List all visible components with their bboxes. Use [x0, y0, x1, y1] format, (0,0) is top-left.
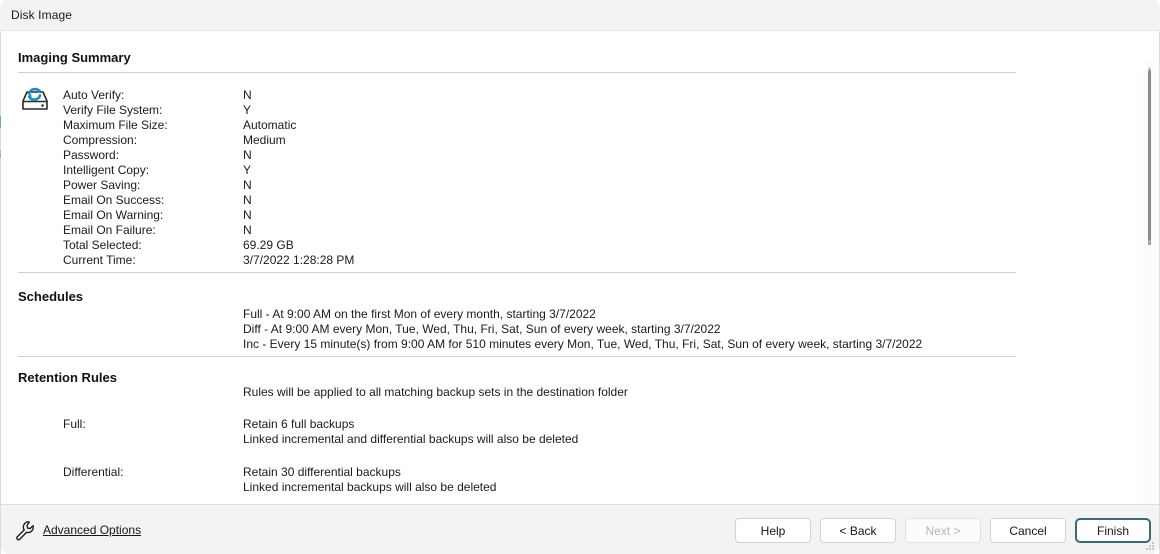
- schedules-heading: Schedules: [18, 289, 84, 304]
- resize-grip[interactable]: [1144, 540, 1156, 552]
- summary-value: N: [243, 88, 252, 102]
- summary-value: Automatic: [243, 118, 297, 132]
- summary-row: Power Saving: N: [1, 178, 1159, 193]
- summary-row: Current Time: 3/7/2022 1:28:28 PM: [1, 253, 1159, 268]
- summary-value: N: [243, 178, 252, 192]
- title-bar-surface: [1, 1, 1159, 30]
- summary-label: Total Selected:: [63, 238, 142, 252]
- summary-value: N: [243, 148, 252, 162]
- summary-label: Power Saving:: [63, 178, 141, 192]
- disk-image-wizard-window: Disk Image Imaging Summary Auto Verify: …: [0, 0, 1160, 554]
- summary-row: Intelligent Copy: Y: [1, 163, 1159, 178]
- advanced-options-label: Advanced Options: [43, 523, 142, 537]
- summary-label: Verify File System:: [63, 103, 163, 117]
- retention-full-label: Full:: [63, 417, 86, 431]
- summary-value: 3/7/2022 1:28:28 PM: [243, 253, 355, 267]
- retention-line: Linked incremental backups will also be …: [243, 480, 497, 494]
- retention-differential-label: Differential:: [63, 465, 124, 479]
- summary-value: N: [243, 193, 252, 207]
- summary-label: Password:: [63, 148, 120, 162]
- summary-label: Email On Success:: [63, 193, 165, 207]
- title-bar: Disk Image: [0, 0, 1160, 31]
- back-button[interactable]: < Back: [820, 518, 896, 543]
- divider-above-schedules: [18, 272, 1016, 273]
- retention-differential-lines: Retain 30 differential backups Linked in…: [243, 465, 496, 495]
- scroll-down-arrow-icon[interactable]: ▼: [1146, 240, 1153, 246]
- summary-row: Email On Failure: N: [1, 223, 1159, 238]
- summary-label: Email On Warning:: [63, 208, 164, 222]
- window-title: Disk Image: [11, 8, 73, 22]
- next-button: Next >: [905, 518, 981, 543]
- divider-above-retention-rules: [18, 356, 1016, 357]
- retention-line: Retain 6 full backups: [243, 417, 355, 431]
- wizard-footer: Advanced Options Help < Back Next > Canc…: [1, 504, 1159, 554]
- summary-label: Compression:: [63, 133, 138, 147]
- summary-label: Intelligent Copy:: [63, 163, 150, 177]
- summary-value: Medium: [243, 133, 286, 147]
- summary-row: Compression: Medium: [1, 133, 1159, 148]
- advanced-options-link[interactable]: Advanced Options: [14, 519, 141, 541]
- wizard-button-bar: Help < Back Next > Cancel Finish: [735, 518, 1151, 543]
- imaging-summary-list: Auto Verify: N Verify File System: Y Max…: [1, 88, 1159, 268]
- page-title: Imaging Summary: [18, 50, 131, 65]
- content-scrollbar[interactable]: ▲ ▼: [1143, 62, 1156, 504]
- finish-button[interactable]: Finish: [1075, 518, 1151, 543]
- scrollbar-thumb[interactable]: [1148, 70, 1151, 245]
- retention-full-lines: Retain 6 full backups Linked incremental…: [243, 417, 578, 447]
- retention-line: Retain 30 differential backups: [243, 465, 401, 479]
- summary-value: Y: [243, 163, 252, 177]
- summary-row: Email On Warning: N: [1, 208, 1159, 223]
- divider-under-page-title: [18, 72, 1016, 73]
- help-button[interactable]: Help: [735, 518, 811, 543]
- summary-row: Auto Verify: N: [1, 88, 1159, 103]
- retention-line: Linked incremental and differential back…: [243, 432, 579, 446]
- summary-label: Maximum File Size:: [63, 118, 168, 132]
- summary-value: N: [243, 208, 252, 222]
- schedule-line: Full - At 9:00 AM on the first Mon of ev…: [243, 307, 596, 321]
- summary-label: Auto Verify:: [63, 88, 125, 102]
- summary-row: Verify File System: Y: [1, 103, 1159, 118]
- summary-row: Maximum File Size: Automatic: [1, 118, 1159, 133]
- summary-value: N: [243, 223, 252, 237]
- summary-row: Password: N: [1, 148, 1159, 163]
- summary-label: Current Time:: [63, 253, 136, 267]
- summary-row: Email On Success: N: [1, 193, 1159, 208]
- schedule-line: Diff - At 9:00 AM every Mon, Tue, Wed, T…: [243, 322, 721, 336]
- cancel-button[interactable]: Cancel: [990, 518, 1066, 543]
- retention-rules-heading: Retention Rules: [18, 370, 117, 385]
- summary-content-pane: Imaging Summary Auto Verify: N Verify Fi…: [1, 32, 1159, 504]
- summary-row: Total Selected: 69.29 GB: [1, 238, 1159, 253]
- summary-value: Y: [243, 103, 252, 117]
- summary-label: Email On Failure:: [63, 223, 156, 237]
- wrench-icon: [16, 521, 34, 541]
- retention-rules-note: Rules will be applied to all matching ba…: [243, 385, 628, 399]
- summary-value: 69.29 GB: [243, 238, 294, 252]
- schedule-line: Inc - Every 15 minute(s) from 9:00 AM fo…: [243, 337, 923, 351]
- schedules-list: Full - At 9:00 AM on the first Mon of ev…: [243, 307, 922, 352]
